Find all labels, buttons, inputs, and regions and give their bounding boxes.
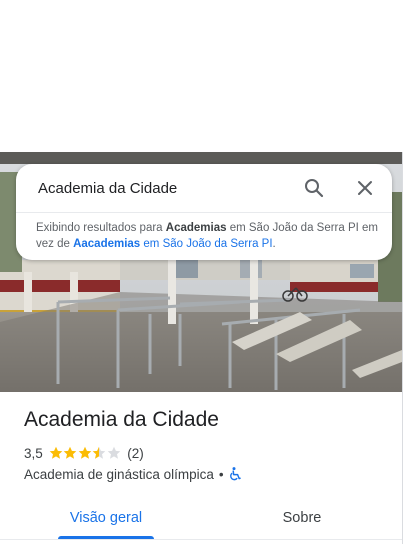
tab-overview[interactable]: Visão geral [40, 498, 172, 538]
rating-row[interactable]: 3,5 (2) [24, 444, 144, 462]
spelling-correction-notice: Exibindo resultados para Academias em Sã… [36, 220, 382, 252]
divider [16, 212, 392, 213]
category-row: Academia de ginástica olímpica • [24, 465, 242, 483]
search-card: Exibindo resultados para Academias em Sã… [16, 164, 392, 260]
notice-end: . [272, 238, 276, 250]
corrected-term: Academias [165, 222, 227, 234]
notice-prefix: Exibindo resultados para [36, 222, 166, 234]
star-icon [63, 446, 77, 459]
clear-search-button[interactable] [351, 174, 379, 202]
star-rating [49, 446, 122, 460]
search-button[interactable] [300, 174, 328, 202]
original-term: Aacademias [73, 238, 141, 250]
star-icon [49, 446, 63, 459]
scrollbar[interactable] [402, 152, 408, 544]
place-category[interactable]: Academia de ginástica olímpica [24, 467, 214, 482]
search-original-link[interactable]: Aacademias em São João da Serra PI [73, 238, 272, 250]
rating-value: 3,5 [24, 445, 43, 461]
separator-dot: • [218, 466, 224, 482]
place-details-panel: Academia da Cidade 3,5 (2) Academia de g… [0, 392, 402, 544]
search-icon [305, 179, 324, 198]
close-icon [358, 181, 372, 195]
search-input[interactable] [38, 176, 288, 200]
review-count[interactable]: (2) [127, 446, 144, 461]
star-icon [78, 446, 92, 459]
search-bar [16, 164, 392, 212]
tab-about[interactable]: Sobre [236, 498, 368, 538]
star-icon [107, 446, 121, 459]
tabs-divider [0, 539, 402, 540]
place-tabs: Visão geral Sobre [0, 498, 402, 544]
wheelchair-icon [229, 467, 241, 481]
original-link-suffix: em São João da Serra PI [140, 238, 273, 250]
place-name: Academia da Cidade [24, 408, 219, 431]
star-icon [92, 446, 106, 459]
